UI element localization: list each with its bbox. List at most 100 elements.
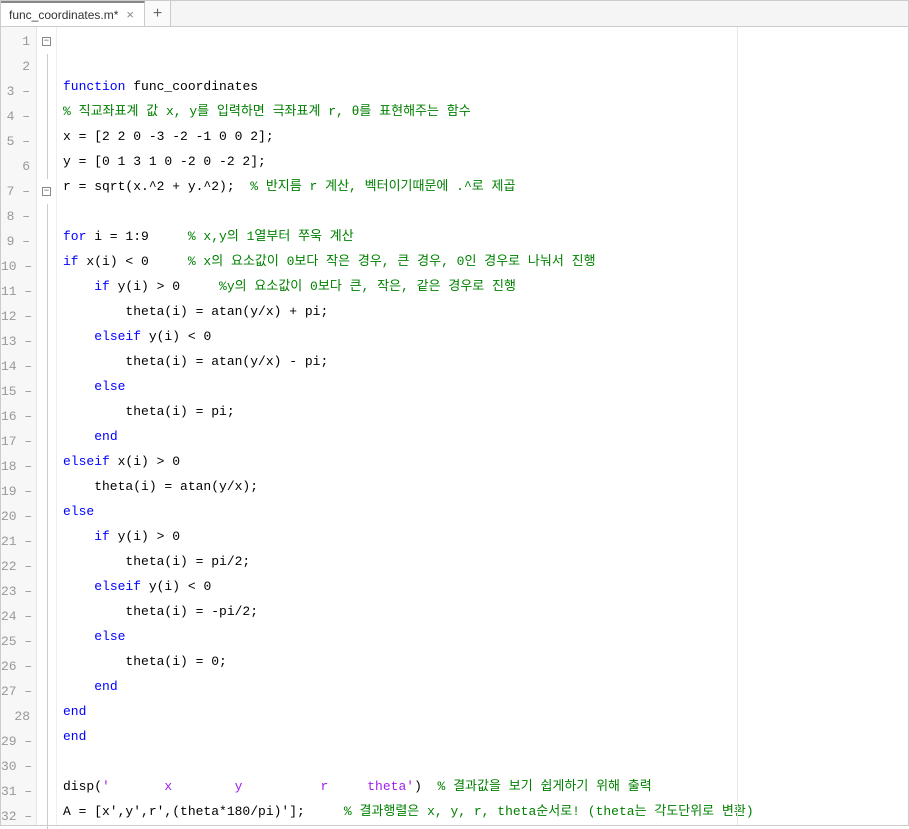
fold-cell xyxy=(37,154,56,179)
code-line[interactable]: theta(i) = atan(y/x) - pi; xyxy=(63,349,908,374)
code-line[interactable]: x = [2 2 0 -3 -2 -1 0 0 2]; xyxy=(63,124,908,149)
fold-cell: − xyxy=(37,179,56,204)
code-text: r = sqrt(x.^2 + y.^2); xyxy=(63,179,250,194)
code-area[interactable]: function func_coordinates % 직교좌표계 값 x, y를… xyxy=(57,27,908,825)
fold-cell: − xyxy=(37,29,56,54)
fold-cell xyxy=(37,604,56,629)
line-number: 31 – xyxy=(1,779,36,804)
fold-cell xyxy=(37,104,56,129)
line-number: 16 – xyxy=(1,404,36,429)
code-line[interactable]: theta(i) = 0; xyxy=(63,649,908,674)
line-number: 17 – xyxy=(1,429,36,454)
code-text: theta(i) = -pi/2; xyxy=(63,604,258,619)
tab-label: func_coordinates.m* xyxy=(9,8,118,22)
code-line[interactable]: end xyxy=(63,674,908,699)
fold-cell xyxy=(37,279,56,304)
code-line[interactable]: % 직교좌표계 값 x, y를 입력하면 극좌표계 r, θ를 표현해주는 함수 xyxy=(63,99,908,124)
code-line[interactable]: for i = 1:9 % x,y의 1열부터 쭈욱 계산 xyxy=(63,224,908,249)
keyword: elseif xyxy=(94,329,141,344)
code-line[interactable] xyxy=(63,749,908,774)
code-line[interactable]: else xyxy=(63,374,908,399)
line-number: 8 – xyxy=(1,204,36,229)
code-text xyxy=(63,629,94,644)
code-text xyxy=(63,679,94,694)
close-icon[interactable]: × xyxy=(124,7,136,22)
comment: % 직교좌표계 값 x, y를 입력하면 극좌표계 r, θ를 표현해주는 함수 xyxy=(63,104,471,119)
line-number: 11 – xyxy=(1,279,36,304)
code-line[interactable]: disp(' x y r theta') % 결과값을 보기 쉽게하기 위해 출… xyxy=(63,774,908,799)
add-tab-button[interactable]: + xyxy=(145,1,171,26)
comment: % 결과값을 보기 쉽게하기 위해 출력 xyxy=(437,779,651,794)
line-number: 1 xyxy=(1,29,36,54)
fold-toggle-icon[interactable]: − xyxy=(42,187,51,196)
keyword: end xyxy=(63,704,86,719)
line-number: 5 – xyxy=(1,129,36,154)
editor: 123 –4 –5 –67 –8 –9 –10 –11 –12 –13 –14 … xyxy=(1,27,908,825)
line-number: 14 – xyxy=(1,354,36,379)
code-line[interactable]: theta(i) = atan(y/x) + pi; xyxy=(63,299,908,324)
comment: % x,y의 1열부터 쭈욱 계산 xyxy=(188,229,354,244)
code-line[interactable]: end xyxy=(63,424,908,449)
keyword: else xyxy=(63,504,94,519)
code-line[interactable]: theta(i) = pi/2; xyxy=(63,549,908,574)
fold-cell xyxy=(37,579,56,604)
fold-cell xyxy=(37,554,56,579)
line-number: 12 – xyxy=(1,304,36,329)
code-line[interactable]: theta(i) = atan(y/x); xyxy=(63,474,908,499)
fold-cell xyxy=(37,679,56,704)
code-text xyxy=(63,329,94,344)
code-text xyxy=(63,429,94,444)
code-text: theta(i) = pi; xyxy=(63,404,235,419)
line-number: 18 – xyxy=(1,454,36,479)
code-line[interactable]: end xyxy=(63,699,908,724)
comment: % 결과행렬은 x, y, r, theta순서로! (theta는 각도단위로… xyxy=(344,804,754,819)
code-line[interactable]: A = [x',y',r',(theta*180/pi)']; % 결과행렬은 … xyxy=(63,799,908,824)
code-line[interactable]: r = sqrt(x.^2 + y.^2); % 반지름 r 계산, 벡터이기때… xyxy=(63,174,908,199)
code-line[interactable]: else xyxy=(63,499,908,524)
line-number: 13 – xyxy=(1,329,36,354)
keyword: else xyxy=(94,629,125,644)
code-line[interactable]: y = [0 1 3 1 0 -2 0 -2 2]; xyxy=(63,149,908,174)
code-text: y(i) < 0 xyxy=(141,579,211,594)
code-line[interactable]: theta(i) = -pi/2; xyxy=(63,599,908,624)
fold-cell xyxy=(37,804,56,829)
code-line[interactable]: else xyxy=(63,624,908,649)
keyword: elseif xyxy=(94,579,141,594)
fold-cell xyxy=(37,54,56,79)
fold-cell xyxy=(37,354,56,379)
keyword: end xyxy=(94,429,117,444)
line-number: 15 – xyxy=(1,379,36,404)
code-line[interactable]: if x(i) < 0 % x의 요소값이 0보다 작은 경우, 큰 경우, 0… xyxy=(63,249,908,274)
code-line[interactable]: elseif x(i) > 0 xyxy=(63,449,908,474)
line-number: 2 xyxy=(1,54,36,79)
code-line[interactable]: disp(A) xyxy=(63,824,908,825)
fold-cell xyxy=(37,79,56,104)
code-line[interactable]: elseif y(i) < 0 xyxy=(63,324,908,349)
code-text: theta(i) = atan(y/x) - pi; xyxy=(63,354,328,369)
fold-cell xyxy=(37,629,56,654)
code-line[interactable]: if y(i) > 0 xyxy=(63,524,908,549)
comment: % x의 요소값이 0보다 작은 경우, 큰 경우, 0인 경우로 나눠서 진행 xyxy=(188,254,596,269)
tab-bar: func_coordinates.m* × + xyxy=(1,1,908,27)
fold-toggle-icon[interactable]: − xyxy=(42,37,51,46)
code-line[interactable]: function func_coordinates xyxy=(63,74,908,99)
line-number: 10 – xyxy=(1,254,36,279)
code-line[interactable]: end xyxy=(63,724,908,749)
code-text: disp( xyxy=(63,779,102,794)
keyword: elseif xyxy=(63,454,110,469)
line-number: 6 xyxy=(1,154,36,179)
line-number: 9 – xyxy=(1,229,36,254)
line-number: 24 – xyxy=(1,604,36,629)
fold-cell xyxy=(37,779,56,804)
code-text: i = 1:9 xyxy=(86,229,187,244)
tab-file[interactable]: func_coordinates.m* × xyxy=(1,1,145,26)
keyword: if xyxy=(94,529,110,544)
line-number: 25 – xyxy=(1,629,36,654)
code-line[interactable]: if y(i) > 0 %y의 요소값이 0보다 큰, 작은, 같은 경우로 진… xyxy=(63,274,908,299)
code-text: theta(i) = atan(y/x); xyxy=(63,479,258,494)
code-line[interactable]: elseif y(i) < 0 xyxy=(63,574,908,599)
code-line[interactable] xyxy=(63,199,908,224)
comment: % 반지름 r 계산, 벡터이기때문에 .^로 제곱 xyxy=(250,179,515,194)
code-line[interactable]: theta(i) = pi; xyxy=(63,399,908,424)
line-number: 32 – xyxy=(1,804,36,829)
